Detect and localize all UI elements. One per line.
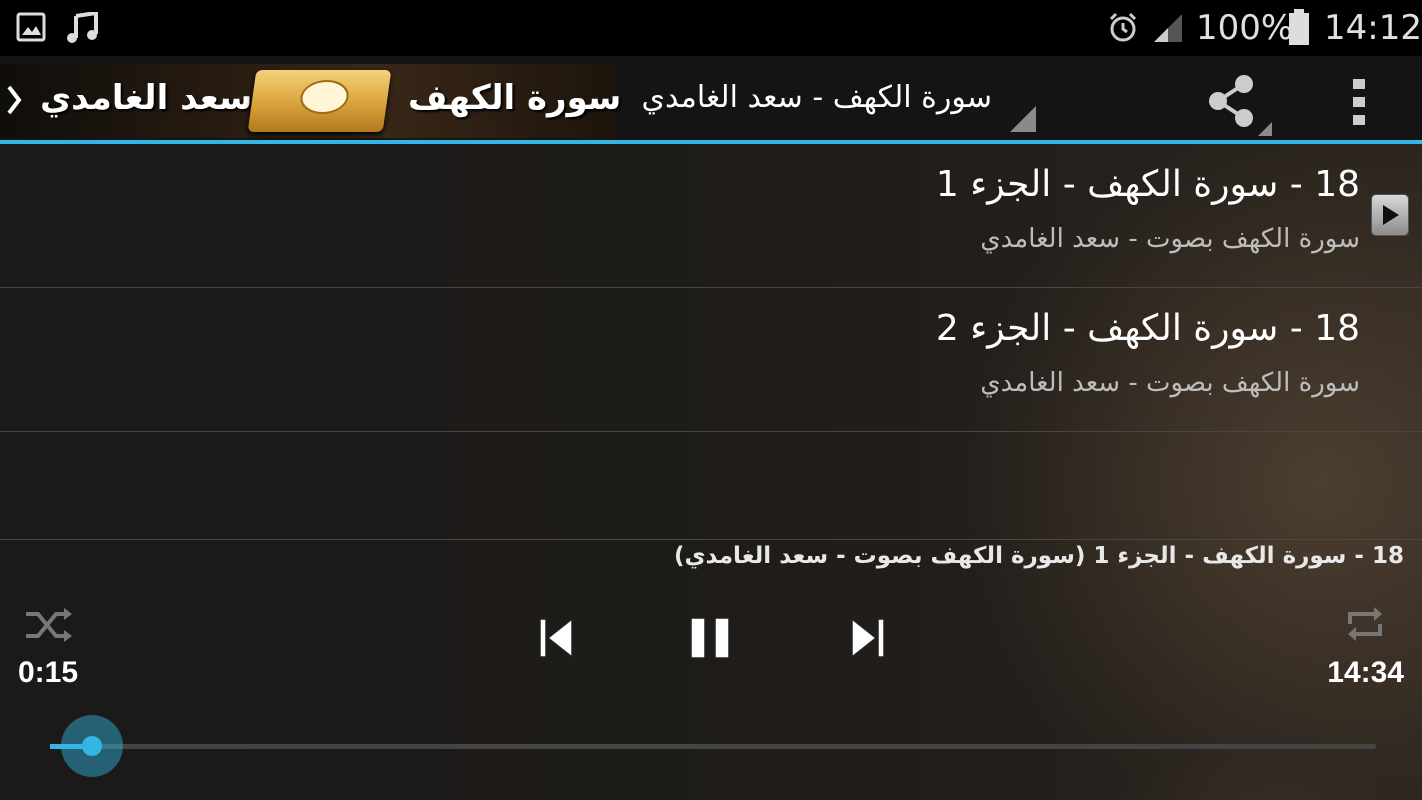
- shuffle-icon[interactable]: [24, 606, 74, 648]
- seek-bar-track[interactable]: [70, 744, 1376, 749]
- track-row[interactable]: 18 - سورة الكهف - الجزء 2 سورة الكهف بصو…: [0, 288, 1422, 432]
- status-bar: 100% 14:12: [0, 0, 1422, 56]
- signal-icon: [1152, 12, 1184, 48]
- list-bottom-divider: [0, 539, 1422, 540]
- overflow-menu-icon[interactable]: [1351, 78, 1367, 130]
- track-title: 18 - سورة الكهف - الجزء 2: [935, 308, 1360, 349]
- next-track-icon[interactable]: [848, 615, 888, 665]
- share-icon[interactable]: [1204, 74, 1274, 142]
- battery-icon: [1288, 9, 1310, 49]
- action-bar-title[interactable]: سورة الكهف - سعد الغامدي: [642, 80, 992, 115]
- elapsed-time: 0:15: [18, 656, 79, 689]
- clock: 14:12: [1324, 8, 1422, 48]
- alarm-icon: [1108, 12, 1138, 48]
- banner-surah-text: سورة الكهف: [408, 78, 622, 118]
- track-play-icon[interactable]: [1371, 194, 1409, 236]
- seek-bar-thumb[interactable]: [61, 715, 124, 777]
- total-duration: 14:34: [1327, 656, 1404, 689]
- banner-reciter-text: سعد الغامدي: [40, 78, 253, 118]
- battery-percent: 100%: [1196, 8, 1294, 48]
- track-subtitle: سورة الكهف بصوت - سعد الغامدي: [980, 224, 1360, 254]
- track-subtitle: سورة الكهف بصوت - سعد الغامدي: [980, 368, 1360, 398]
- music-note-icon: [66, 10, 100, 48]
- previous-track-icon[interactable]: [536, 615, 576, 665]
- track-title: 18 - سورة الكهف - الجزء 1: [935, 164, 1360, 205]
- pause-icon[interactable]: [688, 615, 734, 665]
- repeat-icon[interactable]: [1344, 604, 1386, 648]
- chevron-right-icon[interactable]: [6, 84, 22, 120]
- dropdown-indicator-icon[interactable]: [1010, 106, 1036, 132]
- now-playing-text: 18 - سورة الكهف - الجزء 1 (سورة الكهف بص…: [673, 543, 1404, 569]
- track-row[interactable]: 18 - سورة الكهف - الجزء 1 سورة الكهف بصو…: [0, 144, 1422, 288]
- image-icon: [16, 12, 46, 46]
- quran-book-logo: [247, 70, 392, 132]
